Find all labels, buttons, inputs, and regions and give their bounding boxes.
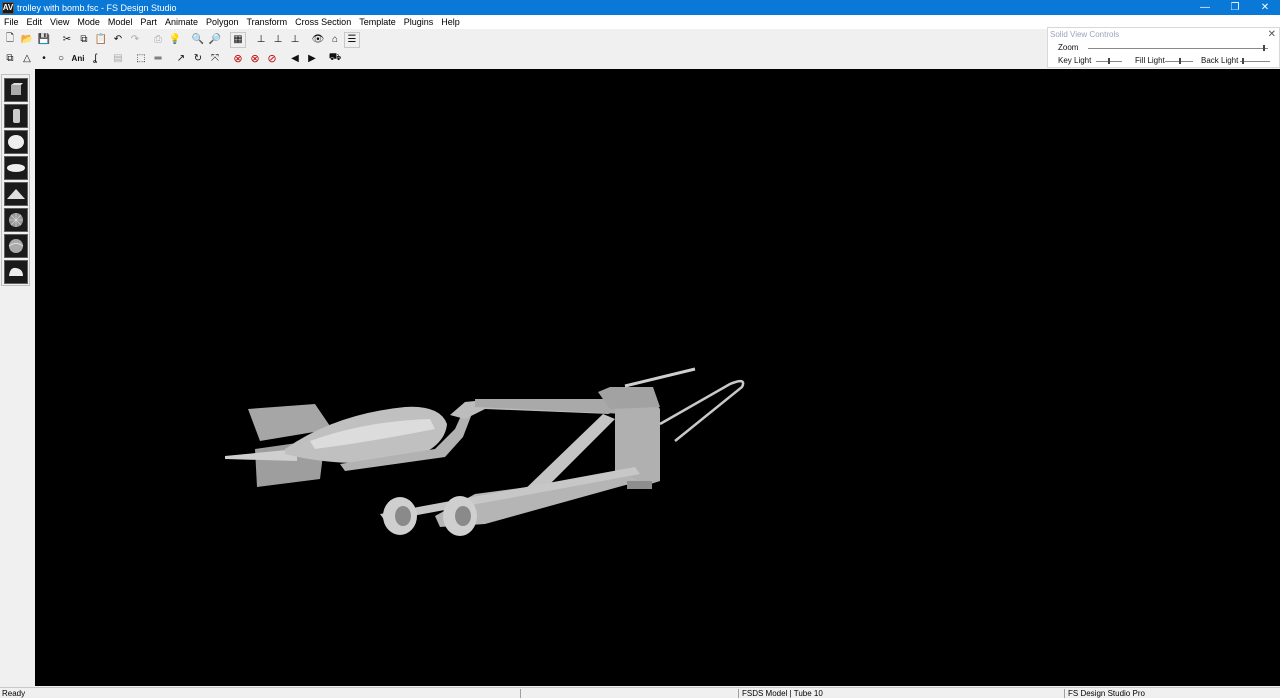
cube-primitive-button[interactable] (4, 78, 28, 102)
back-light-slider[interactable] (1240, 58, 1270, 64)
properties-icon[interactable]: ☰ (344, 31, 360, 48)
open-folder-icon[interactable]: 📂 (19, 31, 35, 48)
axis-z-icon[interactable]: ⊥ (287, 31, 303, 48)
axis-y-icon[interactable]: ⊥ (270, 31, 286, 48)
animate-button[interactable]: Ani (70, 50, 86, 67)
next-icon[interactable]: ▶ (304, 50, 320, 67)
main-toolbar: 🗋 📂 💾 ✂ ⧉ 📋 ↶ ↷ ⎙ 💡 🔍 🔎 ▦ ⊥ ⊥ ⊥ 👁 ⌂ ☰ (2, 30, 361, 49)
print-icon[interactable]: ⎙ (150, 31, 166, 48)
tow-handle (659, 379, 745, 442)
model-render (225, 367, 745, 536)
menu-mode[interactable]: Mode (73, 15, 104, 29)
title-bar: AV trolley with bomb.fsc - FS Design Stu… (0, 0, 1280, 15)
zoom-out-icon[interactable]: 🔎 (207, 31, 223, 48)
zoom-label: Zoom (1058, 43, 1079, 52)
rotate-icon[interactable]: ↻ (190, 50, 206, 67)
redo-icon[interactable]: ↷ (127, 31, 143, 48)
svc-title: Solid View Controls (1050, 30, 1120, 39)
menu-plugins[interactable]: Plugins (400, 15, 438, 29)
fill-light-label: Fill Light (1135, 56, 1165, 65)
geosphere-icon (9, 213, 23, 227)
zoom-slider[interactable] (1088, 45, 1268, 51)
menu-file[interactable]: File (0, 15, 23, 29)
svc-close-icon[interactable]: ✕ (1268, 29, 1276, 40)
hemisphere-icon (8, 239, 24, 253)
solid-view-controls: Solid View Controls ✕ Zoom Key Light Fil… (1047, 27, 1280, 68)
curve-icon[interactable]: ʆ (87, 50, 103, 67)
top-rod (624, 367, 696, 388)
cylinder-primitive-button[interactable] (4, 104, 28, 128)
rear-foot (627, 481, 652, 489)
key-light-slider-thumb[interactable] (1108, 58, 1110, 64)
key-light-label: Key Light (1058, 56, 1092, 65)
scale-icon[interactable]: ⤧ (207, 50, 223, 67)
paste-icon[interactable]: 📋 (93, 31, 109, 48)
wedge-primitive-button[interactable] (4, 182, 28, 206)
delete-icon[interactable]: ⊗ (230, 50, 246, 67)
circle-icon[interactable]: ○ (53, 50, 69, 67)
menu-model[interactable]: Model (104, 15, 137, 29)
menu-part[interactable]: Part (136, 15, 161, 29)
copy-icon[interactable]: ⧉ (76, 31, 92, 48)
grid-icon[interactable]: ▦ (230, 31, 246, 48)
menu-help[interactable]: Help (437, 15, 464, 29)
eye-view-icon[interactable]: 👁 (310, 31, 326, 48)
menu-edit[interactable]: Edit (23, 15, 47, 29)
restore-button[interactable]: ❐ (1220, 0, 1250, 15)
zoom-slider-thumb[interactable] (1263, 45, 1265, 51)
house-icon[interactable]: ⌂ (327, 31, 343, 48)
fill-light-slider[interactable] (1165, 58, 1193, 64)
lift-beam (475, 399, 625, 414)
cylinder-icon (13, 109, 20, 123)
window-title: trolley with bomb.fsc - FS Design Studio (17, 2, 177, 13)
undo-icon[interactable]: ↶ (110, 31, 126, 48)
menu-view[interactable]: View (46, 15, 73, 29)
select-box-icon[interactable]: ⬚ (133, 50, 149, 67)
previous-icon[interactable]: ◀ (287, 50, 303, 67)
wedge-icon (7, 189, 25, 199)
back-light-slider-thumb[interactable] (1242, 58, 1244, 64)
ellipsoid-primitive-button[interactable] (4, 156, 28, 180)
back-light-label: Back Light (1201, 56, 1239, 65)
status-bar: Ready FSDS Model | Tube 10 FS Design Stu… (0, 687, 1280, 698)
zoom-in-icon[interactable]: 🔍 (190, 31, 206, 48)
edit-toolbar: ⧉ △ • ○ Ani ʆ ▤ ⬚ ═ ↗ ↻ ⤧ ⊗ ⊗ ⊘ ◀ ▶ ⛟ (2, 49, 344, 68)
new-file-icon[interactable]: 🗋 (2, 31, 18, 48)
hemisphere-primitive-button[interactable] (4, 234, 28, 258)
delete-polygon-icon[interactable]: ⊘ (264, 50, 280, 67)
blob-primitive-button[interactable] (4, 260, 28, 284)
menu-transform[interactable]: Transform (243, 15, 292, 29)
primitives-palette (1, 74, 30, 286)
3d-viewport[interactable] (35, 69, 1280, 686)
blob-icon (9, 267, 23, 276)
help-bulb-icon[interactable]: 💡 (167, 31, 183, 48)
point-icon[interactable]: • (36, 50, 52, 67)
menu-template[interactable]: Template (355, 15, 400, 29)
copy-part-icon[interactable]: ⧉ (2, 50, 18, 67)
text-icon[interactable]: ▤ (110, 50, 126, 67)
menu-polygon[interactable]: Polygon (202, 15, 243, 29)
sphere-primitive-button[interactable] (4, 130, 28, 154)
app-logo-icon: AV (2, 1, 14, 14)
align-icon[interactable]: ═ (150, 50, 166, 67)
cube-icon (11, 83, 23, 95)
menu-cross-section[interactable]: Cross Section (291, 15, 355, 29)
rear-wheel-hub (395, 506, 411, 526)
ellipsoid-icon (7, 164, 25, 172)
save-icon[interactable]: 💾 (36, 31, 52, 48)
cut-icon[interactable]: ✂ (59, 31, 75, 48)
move-icon[interactable]: ↗ (173, 50, 189, 67)
triangle-icon[interactable]: △ (19, 50, 35, 67)
delete-part-icon[interactable]: ⊗ (247, 50, 263, 67)
geosphere-primitive-button[interactable] (4, 208, 28, 232)
binoculars-icon[interactable]: ⛟ (327, 50, 343, 67)
menu-animate[interactable]: Animate (161, 15, 202, 29)
close-button[interactable]: ✕ (1250, 0, 1280, 15)
axis-x-icon[interactable]: ⊥ (253, 31, 269, 48)
front-wheel-hub (455, 506, 471, 526)
sphere-icon (8, 135, 24, 149)
key-light-slider[interactable] (1096, 58, 1122, 64)
fill-light-slider-thumb[interactable] (1179, 58, 1181, 64)
minimize-button[interactable]: — (1190, 0, 1220, 15)
